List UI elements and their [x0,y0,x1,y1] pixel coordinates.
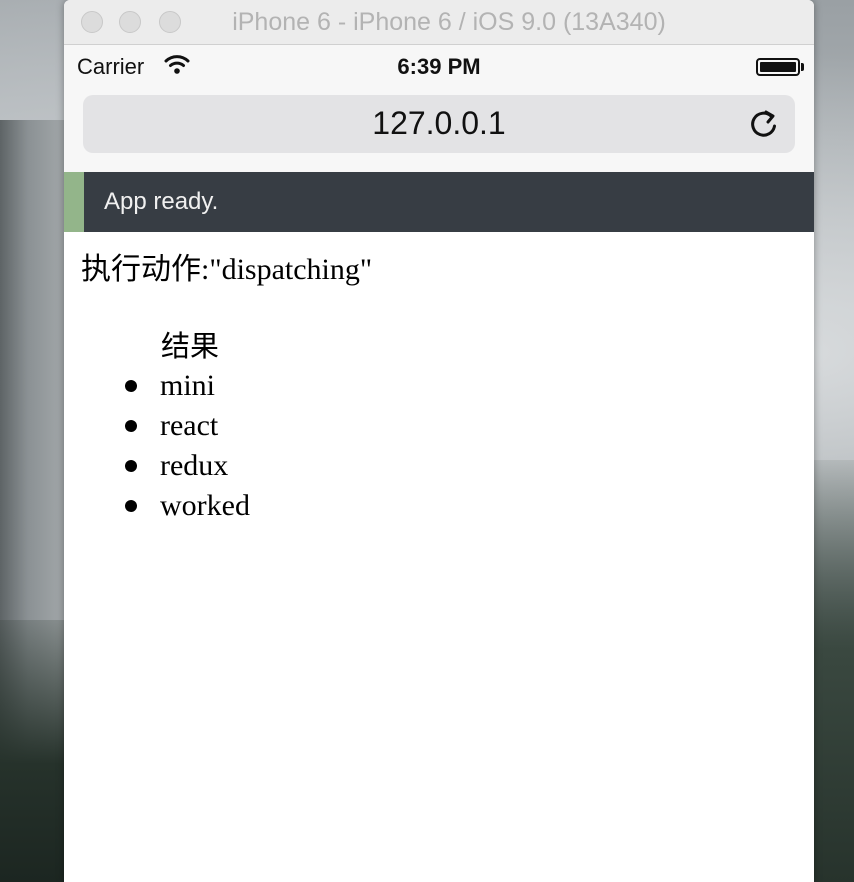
list-item-label: worked [160,489,250,522]
window-title: iPhone 6 - iPhone 6 / iOS 9.0 (13A340) [232,8,666,36]
banner-accent [64,172,84,232]
browser-chrome: Carrier 6:39 PM 127.0.0.1 [64,45,814,172]
list-item-label: mini [160,369,216,402]
page-content: 执行动作:"dispatching" 结果 mini react redux w… [64,232,814,526]
result-title: 结果 [161,329,220,363]
banner-text: App ready. [104,188,219,215]
reload-icon[interactable] [747,107,781,141]
list-item: react [81,406,814,446]
status-bar: Carrier 6:39 PM [64,45,814,88]
list-item: mini [81,366,814,406]
list-item-label: redux [160,449,229,482]
list-item: redux [81,446,814,486]
window-titlebar: iPhone 6 - iPhone 6 / iOS 9.0 (13A340) [64,0,814,45]
url-text: 127.0.0.1 [372,105,506,141]
bullet-icon [125,500,137,512]
action-label: 执行动作:"dispatching" [81,253,373,286]
bullet-icon [125,460,137,472]
battery-icon [756,58,800,76]
result-list: mini react redux worked [81,366,814,526]
list-item-label: react [160,409,219,442]
address-bar[interactable]: 127.0.0.1 [83,95,795,153]
list-item: worked [81,486,814,526]
result-block: 结果 mini react redux worked [81,326,814,526]
battery-tip [801,63,804,71]
status-time: 6:39 PM [397,54,481,79]
bullet-icon [125,420,137,432]
bullet-icon [125,380,137,392]
background-trees-right [812,460,854,882]
simulator-window: iPhone 6 - iPhone 6 / iOS 9.0 (13A340) C… [64,0,814,882]
background-trees-left [0,620,70,882]
app-status-banner: App ready. [64,172,814,232]
